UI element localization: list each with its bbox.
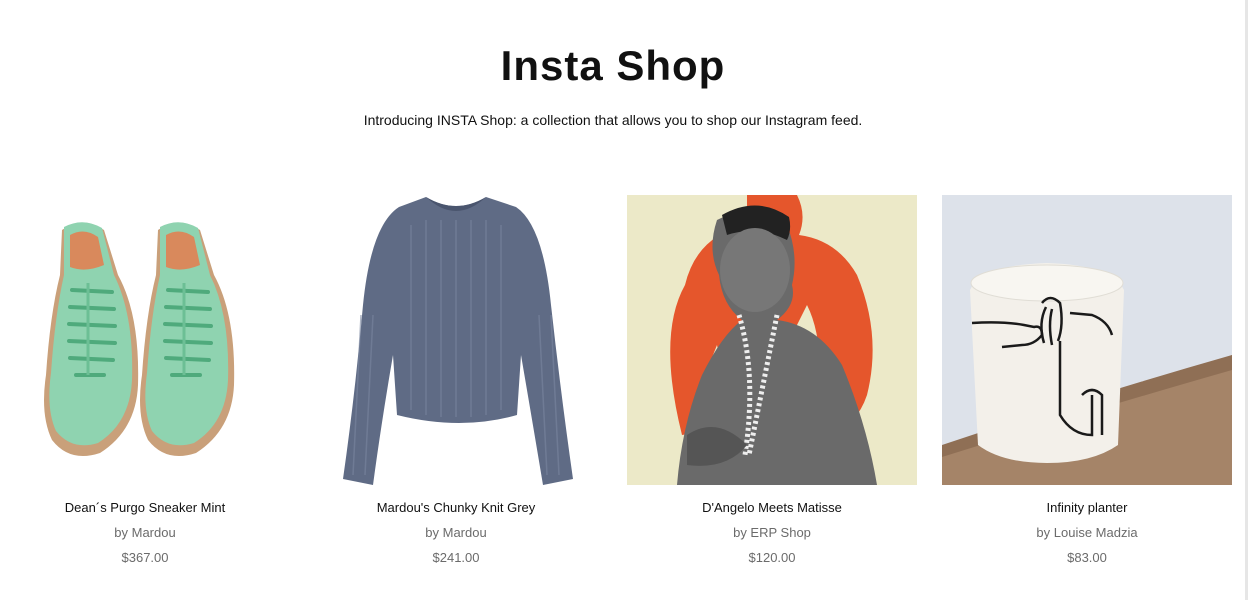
product-vendor: by Mardou [425,525,487,540]
dangelo-matisse-print-image[interactable] [627,195,917,485]
product-grid: Dean´s Purgo Sneaker Mint by Mardou $367… [0,195,1248,585]
product-vendor: by Mardou [114,525,176,540]
product-name[interactable]: D'Angelo Meets Matisse [627,499,917,517]
grey-knit-sweater-image[interactable] [311,195,601,485]
product-price: $120.00 [748,550,796,565]
product-card-sweater[interactable]: Mardou's Chunky Knit Grey by Mardou $241… [311,195,601,567]
product-card-sneaker[interactable]: Dean´s Purgo Sneaker Mint by Mardou $367… [0,195,290,567]
product-price: $83.00 [1067,550,1107,565]
product-name[interactable]: Infinity planter [942,499,1232,517]
product-vendor: by Louise Madzia [1036,525,1138,540]
product-name[interactable]: Dean´s Purgo Sneaker Mint [0,499,290,517]
page-title: Insta Shop [500,42,726,89]
product-name[interactable]: Mardou's Chunky Knit Grey [311,499,601,517]
mint-sneakers-image[interactable] [0,195,290,485]
product-card-print[interactable]: D'Angelo Meets Matisse by ERP Shop $120.… [627,195,917,567]
product-price: $241.00 [432,550,480,565]
product-vendor: by ERP Shop [733,525,811,540]
product-card-planter[interactable]: Infinity planter by Louise Madzia $83.00 [942,195,1232,567]
product-price: $367.00 [121,550,169,565]
insta-shop-page: Insta Shop Introducing INSTA Shop: a col… [0,0,1248,600]
ceramic-planter-image[interactable] [942,195,1232,485]
page-intro: Introducing INSTA Shop: a collection tha… [363,112,863,128]
